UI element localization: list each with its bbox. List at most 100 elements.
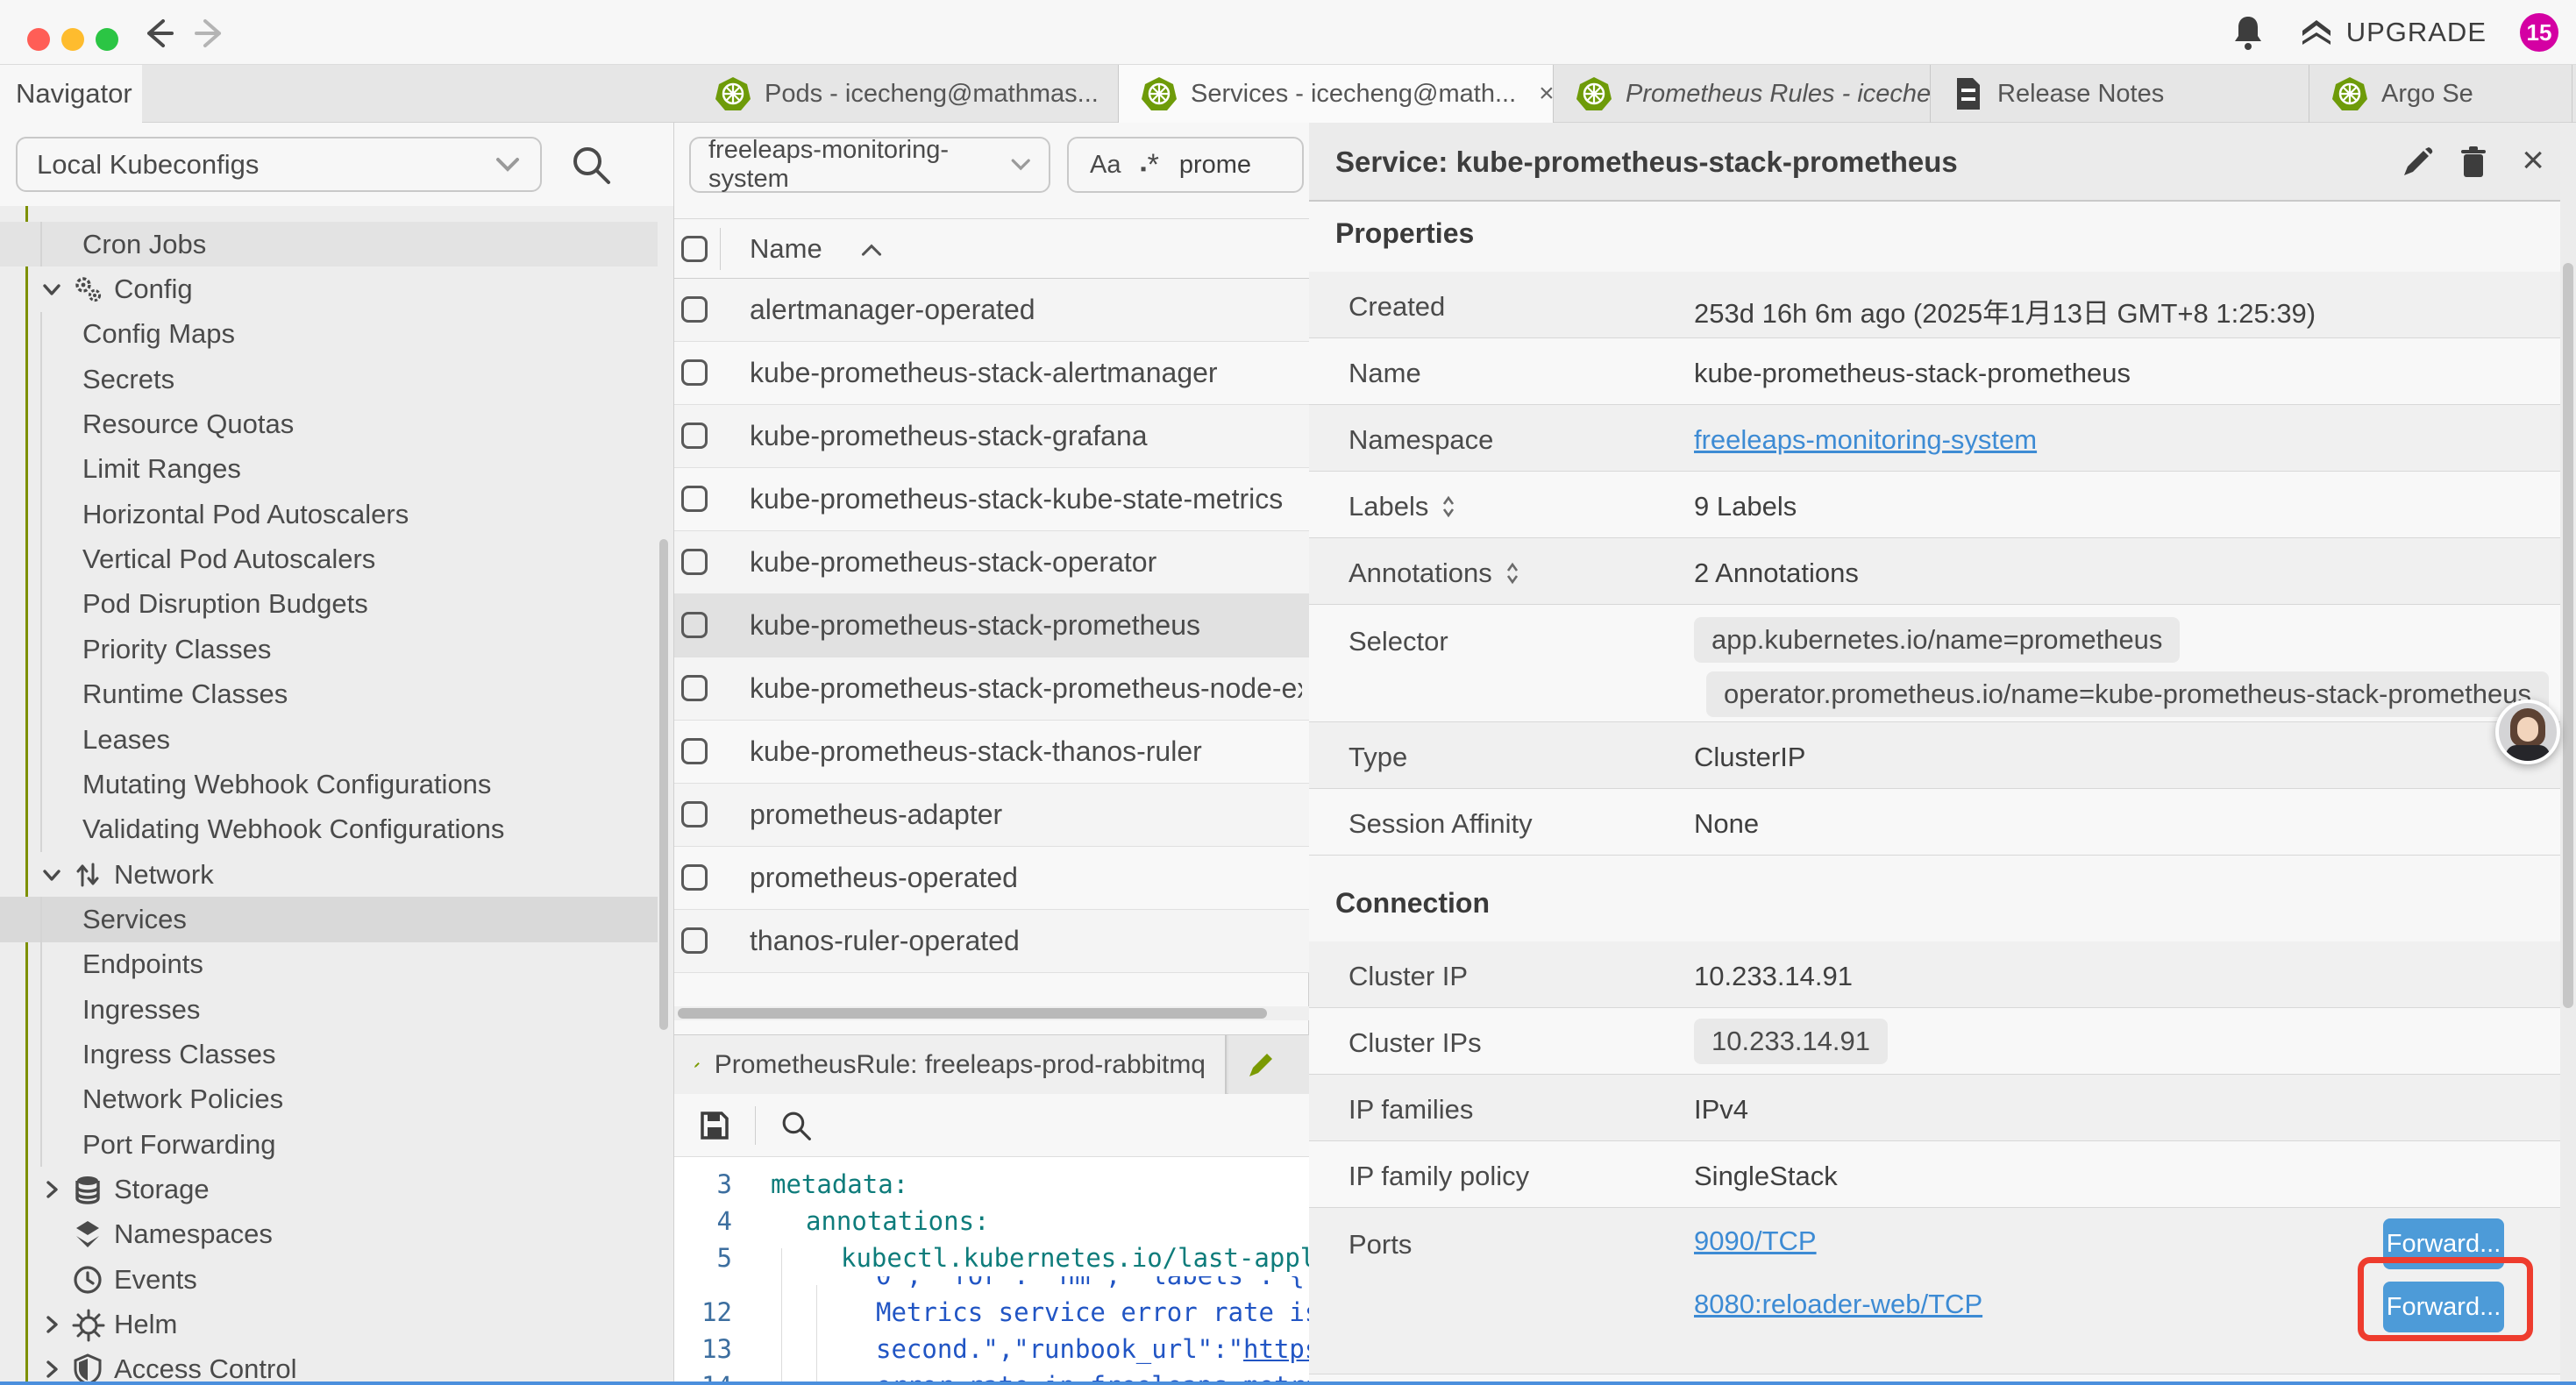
window-minimize-button[interactable] (61, 28, 84, 51)
sidebar-item-events[interactable]: Events (0, 1257, 658, 1302)
port-link[interactable]: 8080:reloader-web/TCP (1694, 1289, 1982, 1320)
namespace-selector[interactable]: freeleaps-monitoring-system (689, 137, 1050, 193)
avatar[interactable] (2495, 700, 2560, 764)
select-all-checkbox[interactable] (681, 236, 708, 262)
sidebar-item-label: Namespaces (114, 1218, 273, 1250)
row-checkbox[interactable] (681, 864, 708, 891)
sidebar-item-vertical-pod-autoscalers[interactable]: Vertical Pod Autoscalers (0, 536, 658, 581)
sidebar-item-ingresses[interactable]: Ingresses (0, 987, 658, 1032)
detail-value-link[interactable]: freeleaps-monitoring-system (1694, 424, 2037, 456)
services-horizontal-scrollbar[interactable] (674, 1006, 1310, 1020)
row-checkbox[interactable] (681, 675, 708, 701)
sidebar-item-ingress-classes[interactable]: Ingress Classes (0, 1032, 658, 1076)
service-name: kube-prometheus-stack-prometheus-node-ex… (750, 672, 1302, 705)
name-column-header[interactable]: Name (750, 233, 822, 265)
service-row-kube-prometheus-stack-operator[interactable]: kube-prometheus-stack-operator (674, 531, 1310, 594)
sidebar-item-services[interactable]: Services (0, 897, 658, 941)
upgrade-button[interactable]: UPGRADE (2299, 15, 2487, 50)
forward-arrow-icon[interactable] (193, 16, 228, 51)
service-row-kube-prometheus-stack-prometheus-node-expor[interactable]: kube-prometheus-stack-prometheus-node-ex… (674, 657, 1310, 721)
sidebar-item-leases[interactable]: Leases (0, 717, 658, 762)
sidebar-item-validating-webhook-configurations[interactable]: Validating Webhook Configurations (0, 807, 658, 852)
match-case-icon[interactable]: Aa (1090, 151, 1121, 180)
window-maximize-button[interactable] (96, 28, 118, 51)
sidebar-item-endpoints[interactable]: Endpoints (0, 942, 658, 987)
app-tab-2[interactable]: Prometheus Rules - icecheng... (1554, 65, 1931, 123)
delete-trash-icon[interactable] (2455, 144, 2492, 181)
sidebar-item-mutating-webhook-configurations[interactable]: Mutating Webhook Configurations (0, 762, 658, 806)
edit-pencil-icon[interactable] (2399, 144, 2436, 181)
sidebar-item-limit-ranges[interactable]: Limit Ranges (0, 447, 658, 492)
service-row-kube-prometheus-stack-prometheus[interactable]: kube-prometheus-stack-prometheus (674, 594, 1310, 657)
row-checkbox[interactable] (681, 549, 708, 575)
service-row-kube-prometheus-stack-alertmanager[interactable]: kube-prometheus-stack-alertmanager (674, 342, 1310, 405)
sort-updown-icon[interactable] (1439, 494, 1458, 520)
save-icon[interactable] (697, 1108, 732, 1143)
sidebar-item-runtime-classes[interactable]: Runtime Classes (0, 672, 658, 717)
sidebar-item-storage[interactable]: Storage (0, 1167, 658, 1211)
close-icon[interactable]: × (2522, 138, 2544, 182)
service-row-thanos-ruler-operated[interactable]: thanos-ruler-operated (674, 910, 1310, 973)
sidebar-item-label: Events (114, 1264, 197, 1296)
chevron-down-icon[interactable] (39, 862, 65, 888)
chevron-right-icon[interactable] (39, 1311, 65, 1338)
service-row-kube-prometheus-stack-kube-state-metrics[interactable]: kube-prometheus-stack-kube-state-metrics (674, 468, 1310, 531)
sidebar-item-priority-classes[interactable]: Priority Classes (0, 627, 658, 671)
editor-tab-partial[interactable] (1228, 1035, 1310, 1095)
sidebar-item-pod-disruption-budgets[interactable]: Pod Disruption Budgets (0, 582, 658, 627)
row-checkbox[interactable] (681, 801, 708, 827)
service-row-kube-prometheus-stack-grafana[interactable]: kube-prometheus-stack-grafana (674, 405, 1310, 468)
tab-close-icon[interactable]: × (1539, 79, 1554, 109)
sidebar-item-horizontal-pod-autoscalers[interactable]: Horizontal Pod Autoscalers (0, 492, 658, 536)
sidebar-scrollbar[interactable] (659, 539, 668, 1030)
sidebar-item-network[interactable]: Network (0, 852, 658, 897)
chevron-down-icon[interactable] (39, 276, 65, 302)
notifications-bell-icon[interactable] (2231, 13, 2266, 52)
service-row-prometheus-operated[interactable]: prometheus-operated (674, 847, 1310, 910)
sidebar-item-cron-jobs[interactable]: Cron Jobs (0, 222, 658, 266)
sort-updown-icon[interactable] (1503, 560, 1522, 586)
section-heading-connection: Connection (1335, 887, 1490, 920)
sidebar-item-namespaces[interactable]: Namespaces (0, 1212, 658, 1257)
window-titlebar: UPGRADE 15 (0, 0, 2576, 65)
details-scrollbar[interactable] (2560, 123, 2576, 1381)
chevron-right-icon[interactable] (39, 1176, 65, 1203)
notification-count-badge[interactable]: 15 (2520, 13, 2558, 52)
sidebar-item-port-forwarding[interactable]: Port Forwarding (0, 1122, 658, 1167)
editor-tab-prometheusrule[interactable]: PrometheusRule: freeleaps-prod-rabbitmq (674, 1035, 1227, 1095)
service-row-prometheus-adapter[interactable]: prometheus-adapter (674, 784, 1310, 847)
navigator-tab[interactable]: Navigator (0, 65, 142, 123)
port-link[interactable]: 9090/TCP (1694, 1225, 1817, 1257)
sidebar-item-helm[interactable]: Helm (0, 1302, 658, 1346)
sidebar-item-access-control[interactable]: Access Control (0, 1347, 658, 1381)
app-tab-4[interactable]: Argo Se (2309, 65, 2572, 123)
row-checkbox[interactable] (681, 423, 708, 449)
sidebar-item-secrets[interactable]: Secrets (0, 357, 658, 401)
chevron-right-icon[interactable] (39, 1356, 65, 1381)
sidebar-item-config[interactable]: Config (0, 266, 658, 311)
service-name: alertmanager-operated (750, 294, 1302, 326)
navigator-search-icon[interactable] (568, 142, 614, 188)
app-tab-1[interactable]: Services - icecheng@math...× (1119, 65, 1554, 123)
row-checkbox[interactable] (681, 612, 708, 638)
back-arrow-icon[interactable] (140, 16, 175, 51)
name-filter-input[interactable]: Aa ▪* prome (1067, 137, 1304, 193)
app-tab-0[interactable]: Pods - icecheng@mathmas... (693, 65, 1119, 123)
row-checkbox[interactable] (681, 738, 708, 764)
service-row-kube-prometheus-stack-thanos-ruler[interactable]: kube-prometheus-stack-thanos-ruler (674, 721, 1310, 784)
window-close-button[interactable] (27, 28, 50, 51)
app-tab-3[interactable]: Release Notes (1931, 65, 2309, 123)
row-checkbox[interactable] (681, 359, 708, 386)
row-checkbox[interactable] (681, 296, 708, 323)
row-checkbox[interactable] (681, 927, 708, 954)
row-checkbox[interactable] (681, 486, 708, 512)
yaml-editor[interactable]: 3metadata:4annotations:5kubectl.kubernet… (674, 1157, 1310, 1381)
editor-search-icon[interactable] (779, 1108, 814, 1143)
sidebar-item-resource-quotas[interactable]: Resource Quotas (0, 401, 658, 446)
regex-icon[interactable]: ▪* (1140, 148, 1159, 182)
sort-ascending-icon[interactable] (860, 242, 883, 258)
sidebar-item-network-policies[interactable]: Network Policies (0, 1077, 658, 1122)
sidebar-item-config-maps[interactable]: Config Maps (0, 312, 658, 357)
service-row-alertmanager-operated[interactable]: alertmanager-operated (674, 279, 1310, 342)
kubeconfig-selector[interactable]: Local Kubeconfigs (16, 137, 542, 192)
